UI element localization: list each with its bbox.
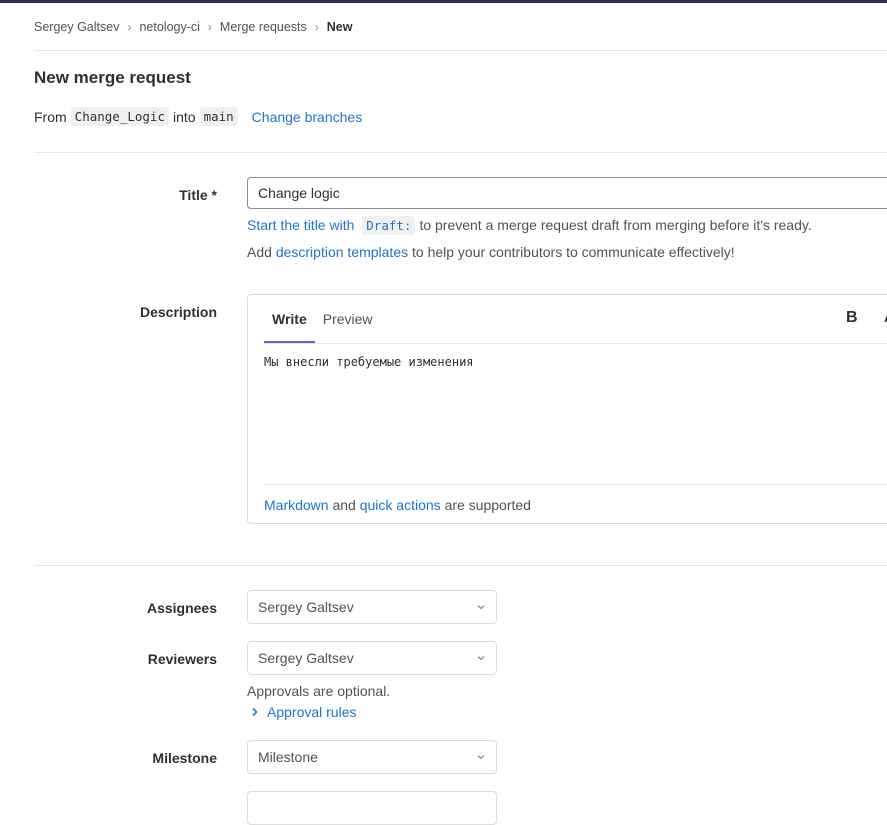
divider (264, 343, 887, 344)
change-branches-link[interactable]: Change branches (252, 109, 363, 125)
divider (34, 565, 887, 566)
editor-tabs: Write Preview (264, 295, 381, 343)
description-label: Description (139, 304, 217, 320)
breadcrumb-separator: › (314, 20, 319, 34)
templates-hint: Add description templates to help your c… (247, 244, 735, 260)
reviewers-label: Reviewers (147, 651, 217, 667)
source-branch: Change_Logic (70, 107, 169, 126)
breadcrumb-item-project[interactable]: netology-ci (139, 20, 199, 34)
assignees-dropdown[interactable]: Sergey Galtsev (247, 590, 497, 624)
chevron-down-icon (477, 755, 485, 760)
templates-hint-prefix: Add (247, 244, 272, 260)
milestone-dropdown[interactable]: Milestone (247, 740, 497, 774)
markdown-hint-and: and (332, 497, 356, 513)
breadcrumb-item-user[interactable]: Sergey Galtsev (34, 20, 119, 34)
page-title: New merge request (34, 68, 191, 87)
branch-info: From Change_Logic into main Change branc… (34, 107, 362, 126)
draft-hint-link[interactable]: Start the title with Draft: (247, 216, 419, 235)
quick-actions-link[interactable]: quick actions (360, 497, 441, 513)
breadcrumb-item-merge-requests[interactable]: Merge requests (220, 20, 307, 34)
target-branch: main (199, 107, 238, 126)
templates-hint-suffix: to help your contributors to communicate… (412, 244, 735, 260)
title-input[interactable] (247, 177, 887, 209)
markdown-hint-suffix: are supported (444, 497, 531, 513)
approval-rules-link[interactable]: Approval rules (267, 704, 357, 720)
breadcrumb-separator: › (207, 20, 212, 34)
breadcrumb-separator: › (127, 20, 132, 34)
from-label: From (34, 108, 67, 125)
assignees-value: Sergey Galtsev (258, 599, 354, 615)
markdown-hint: Markdown and quick actions are supported (264, 497, 531, 513)
draft-code: Draft: (362, 216, 416, 235)
draft-hint-suffix: to prevent a merge request draft from me… (419, 217, 812, 233)
breadcrumb-current[interactable]: New (327, 20, 353, 34)
description-editor: Write Preview B A Мы внесли требуемые из… (247, 294, 887, 524)
description-templates-link[interactable]: description templates (276, 244, 408, 260)
title-label: Title * (179, 187, 217, 203)
markdown-link[interactable]: Markdown (264, 497, 329, 513)
approvals-text: Approvals are optional. (247, 683, 391, 699)
bold-button[interactable]: B (846, 309, 858, 327)
divider (34, 152, 887, 153)
divider (264, 484, 887, 485)
top-nav-edge (0, 0, 887, 3)
chevron-right-icon (252, 707, 258, 717)
chevron-down-icon (477, 605, 485, 610)
next-dropdown[interactable] (247, 791, 497, 825)
breadcrumb: Sergey Galtsev › netology-ci › Merge req… (34, 20, 352, 34)
approval-rules-toggle[interactable]: Approval rules (251, 704, 357, 720)
assignees-label: Assignees (146, 600, 217, 616)
milestone-value: Milestone (258, 749, 318, 765)
chevron-down-icon (477, 656, 485, 661)
draft-hint-prefix: Start the title with (247, 217, 355, 233)
description-textarea[interactable]: Мы внесли требуемые изменения (264, 355, 884, 475)
into-label: into (172, 108, 196, 125)
reviewers-dropdown[interactable]: Sergey Galtsev (247, 641, 497, 675)
draft-hint: Start the title with Draft: to prevent a… (247, 216, 812, 235)
milestone-label: Milestone (152, 750, 217, 766)
tab-write[interactable]: Write (264, 295, 315, 343)
tab-preview[interactable]: Preview (315, 295, 381, 343)
divider (34, 50, 887, 51)
reviewers-value: Sergey Galtsev (258, 650, 354, 666)
